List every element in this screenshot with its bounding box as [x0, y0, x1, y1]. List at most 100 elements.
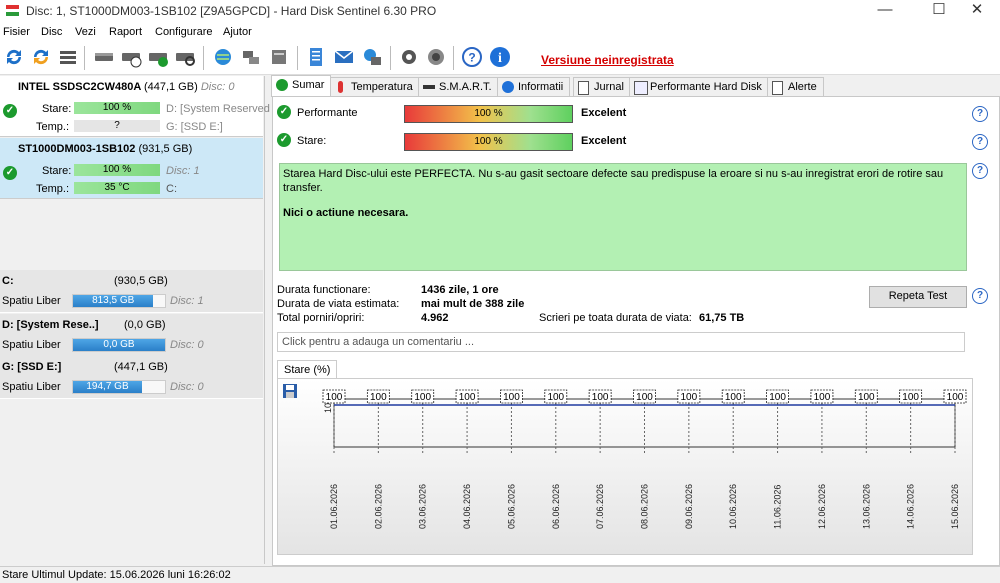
data-label: 100: [636, 392, 653, 403]
lifetime-label: Durata de viata estimata:: [277, 298, 400, 310]
globe-icon[interactable]: [212, 46, 234, 68]
status-bar: 100 %: [74, 164, 160, 176]
server-icon[interactable]: [268, 46, 290, 68]
x-tick-label: 11.06.2026: [773, 485, 783, 529]
tab-alerte[interactable]: Alerte: [767, 77, 824, 97]
close-button[interactable]: ✕: [954, 0, 1000, 22]
starts-value: 4.962: [421, 312, 449, 324]
menu-fisier[interactable]: Fisier: [3, 26, 30, 38]
help-icon[interactable]: ?: [972, 134, 988, 150]
disk-size: (931,5 GB): [138, 143, 193, 155]
volume-entry[interactable]: G: [SSD E:] (447,1 GB) Spatiu Liber 194,…: [0, 356, 263, 399]
power-on-label: Durata functionare:: [277, 284, 371, 296]
performance-rating: Excelent: [581, 107, 627, 119]
menu-disc[interactable]: Disc: [41, 26, 62, 38]
temp-bar: 35 °C: [74, 182, 160, 194]
volume-name: C:: [2, 275, 14, 287]
x-tick-label: 09.06.2026: [684, 484, 694, 529]
toolbar-separator: [297, 46, 298, 70]
refresh-icon[interactable]: [3, 46, 25, 68]
disk-title: INTEL SSDSC2CW480A (447,1 GB) Disc: 0: [18, 81, 234, 93]
data-label: 100: [769, 392, 786, 403]
minimize-button[interactable]: —: [862, 0, 908, 22]
help-icon[interactable]: ?: [461, 46, 483, 68]
report-icon[interactable]: [305, 46, 327, 68]
status-label: Stare:: [42, 103, 72, 115]
tab-label: Performante Hard Disk: [650, 81, 762, 93]
status-description: Starea Hard Disc-ului este PERFECTA. Nu …: [279, 163, 967, 271]
volume-name: D: [System Rese..]: [2, 319, 99, 331]
tab-sumar[interactable]: Sumar: [271, 75, 332, 97]
network-icon[interactable]: [240, 46, 262, 68]
repeat-test-button[interactable]: Repeta Test: [869, 286, 967, 308]
menu-ajutor[interactable]: Ajutor: [223, 26, 252, 38]
disk-timer-icon[interactable]: [120, 46, 142, 68]
disk-number: Disc: 1: [166, 165, 200, 177]
chart-icon: [634, 81, 648, 95]
health-ok-icon: ✓: [277, 133, 291, 147]
temp-label: Temp.:: [36, 121, 70, 133]
tab-smart[interactable]: S.M.A.R.T.: [418, 77, 499, 97]
volume-ref: D: [System Reserved: [166, 103, 270, 115]
menu-raport[interactable]: Raport: [109, 26, 142, 38]
list-icon[interactable]: [57, 46, 79, 68]
tab-informatii[interactable]: Informatii: [497, 77, 571, 97]
disk-test-icon[interactable]: [93, 46, 115, 68]
smart-icon: [423, 85, 435, 89]
send-report-icon[interactable]: [361, 46, 383, 68]
x-tick-label: 14.06.2026: [906, 484, 916, 529]
performance-ok-icon: ✓: [277, 105, 291, 119]
disk-ok-icon[interactable]: [147, 46, 169, 68]
volume-entry[interactable]: D: [System Rese..] (0,0 GB) Spatiu Liber…: [0, 314, 263, 357]
sound-icon[interactable]: [425, 46, 447, 68]
help-icon[interactable]: ?: [972, 288, 988, 304]
health-label: Stare:: [297, 135, 327, 147]
data-label: 100: [592, 392, 609, 403]
menu-bar: Fisier Disc Vezi Raport Configurare Ajut…: [0, 22, 1000, 42]
disk-title: ST1000DM003-1SB102 (931,5 GB): [18, 143, 192, 155]
x-tick-label: 04.06.2026: [462, 484, 472, 529]
help-icon[interactable]: ?: [972, 106, 988, 122]
help-icon[interactable]: ?: [972, 163, 988, 179]
tab-temperatura[interactable]: Temperatura: [330, 77, 420, 97]
graph-tab-stare[interactable]: Stare (%): [277, 360, 338, 379]
health-bar: 100 %: [404, 133, 573, 151]
thermometer-icon: [338, 81, 343, 93]
info-icon[interactable]: i: [489, 46, 511, 68]
free-space-bar: 0,0 GB: [72, 338, 166, 352]
gear-icon[interactable]: [398, 46, 420, 68]
status-label: Stare:: [42, 165, 72, 177]
tab-performante[interactable]: Performante Hard Disk: [629, 77, 769, 97]
volume-entry[interactable]: C: (930,5 GB) Spatiu Liber 813,5 GB Disc…: [0, 270, 263, 313]
disk-number: Disc: 0: [200, 81, 235, 93]
refresh-all-icon[interactable]: [30, 46, 52, 68]
unregistered-link[interactable]: Versiune neinregistrata: [541, 53, 674, 67]
volume-size: (930,5 GB): [114, 275, 168, 287]
data-label: 100: [326, 392, 343, 403]
disk-search-icon[interactable]: [174, 46, 196, 68]
menu-vezi[interactable]: Vezi: [75, 26, 96, 38]
app-icon: [6, 5, 19, 16]
comment-input[interactable]: Click pentru a adauga un comentariu ...: [277, 332, 965, 352]
disk-entry-selected[interactable]: ST1000DM003-1SB102 (931,5 GB) ✓ Stare: 1…: [0, 138, 263, 199]
last-update-text: Stare Ultimul Update: 15.06.2026 luni 16…: [2, 569, 231, 581]
x-tick-label: 01.06.2026: [329, 484, 339, 529]
performance-label: Performante: [297, 107, 358, 119]
free-space-bar: 194,7 GB: [72, 380, 166, 394]
health-rating: Excelent: [581, 135, 627, 147]
power-on-value: 1436 zile, 1 ore: [421, 284, 499, 296]
email-icon[interactable]: [333, 46, 355, 68]
volume-ref: C:: [166, 183, 177, 195]
disk-entry[interactable]: INTEL SSDSC2CW480A (447,1 GB) Disc: 0 ✓ …: [0, 76, 270, 137]
tab-label: Alerte: [788, 81, 817, 93]
status-ok-icon: ✓: [3, 104, 17, 118]
menu-configurare[interactable]: Configurare: [155, 26, 212, 38]
x-tick-label: 10.06.2026: [728, 484, 738, 529]
tab-jurnal[interactable]: Jurnal: [573, 77, 631, 97]
free-space-fill: 0,0 GB: [73, 339, 165, 351]
data-label: 100: [902, 392, 919, 403]
x-tick-label: 07.06.2026: [595, 484, 605, 529]
writes-value: 61,75 TB: [699, 312, 745, 324]
disk-size: (447,1 GB): [143, 81, 198, 93]
data-label: 100: [681, 392, 698, 403]
